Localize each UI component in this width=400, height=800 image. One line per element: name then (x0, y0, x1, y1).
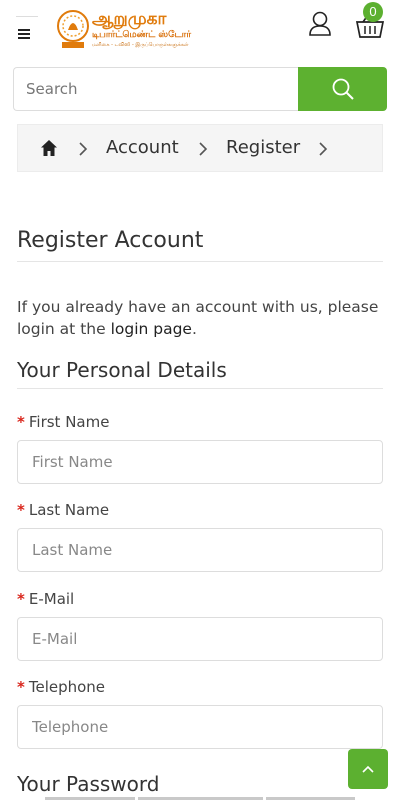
required-marker: * (17, 413, 25, 431)
home-icon (41, 140, 57, 156)
user-icon (309, 11, 331, 36)
required-marker: * (17, 678, 25, 696)
email-label-text: E-Mail (28, 590, 75, 608)
password-heading: Your Password (17, 772, 160, 796)
telephone-label-text: Telephone (28, 678, 106, 696)
chevron-right-icon (319, 142, 328, 156)
page-title: Register Account (17, 228, 204, 253)
telephone-label: * Telephone (17, 678, 105, 696)
required-marker: * (17, 501, 25, 519)
search-input[interactable] (13, 67, 299, 111)
account-button[interactable] (307, 10, 333, 36)
chevron-right-icon (199, 142, 208, 156)
search-icon (332, 78, 354, 100)
logo-title: ஆறுமுகா (92, 9, 167, 29)
divider (17, 388, 383, 389)
required-marker: * (17, 590, 25, 608)
logo-tagline: மளிகை - டவிஸி - இருப்பொருள்களுக்கள் (92, 42, 189, 48)
breadcrumb-home[interactable] (40, 139, 58, 157)
login-page-link[interactable]: login page (111, 320, 192, 338)
last-name-field[interactable] (17, 528, 383, 572)
breadcrumb: Account Register (17, 124, 383, 172)
search-button[interactable] (298, 67, 387, 111)
email-field[interactable] (17, 617, 383, 661)
chevron-right-icon (79, 142, 88, 156)
intro-text-body: If you already have an account with us, … (17, 298, 379, 338)
search-bar (13, 67, 387, 111)
chevron-up-icon (362, 765, 374, 773)
site-header: ஆறுமுகா டிபார்ட்மெண்ட் ஸ்டோர் மளிகை - டவ… (0, 0, 400, 62)
intro-text: If you already have an account with us, … (17, 296, 383, 340)
store-logo[interactable]: ஆறுமுகா டிபார்ட்மெண்ட் ஸ்டோர் மளிகை - டவ… (56, 8, 192, 52)
first-name-field[interactable] (17, 440, 383, 484)
first-name-label: * First Name (17, 413, 109, 431)
last-name-label-text: Last Name (28, 501, 110, 519)
last-name-label: * Last Name (17, 501, 109, 519)
breadcrumb-account[interactable]: Account (106, 137, 179, 158)
scroll-to-top-button[interactable] (348, 749, 388, 789)
first-name-label-text: First Name (28, 413, 110, 431)
personal-details-heading: Your Personal Details (17, 358, 227, 382)
email-label: * E-Mail (17, 590, 74, 608)
hamburger-icon (18, 29, 30, 39)
divider (17, 261, 383, 262)
logo-subtitle: டிபார்ட்மெண்ட் ஸ்டோர் (92, 30, 192, 40)
peacock-emblem-icon (57, 10, 89, 48)
cart-button[interactable]: 0 (354, 2, 386, 40)
intro-text-end: . (191, 320, 197, 338)
cart-count-badge: 0 (363, 2, 383, 22)
breadcrumb-register[interactable]: Register (226, 137, 300, 158)
telephone-field[interactable] (17, 705, 383, 749)
menu-button[interactable] (16, 16, 38, 52)
